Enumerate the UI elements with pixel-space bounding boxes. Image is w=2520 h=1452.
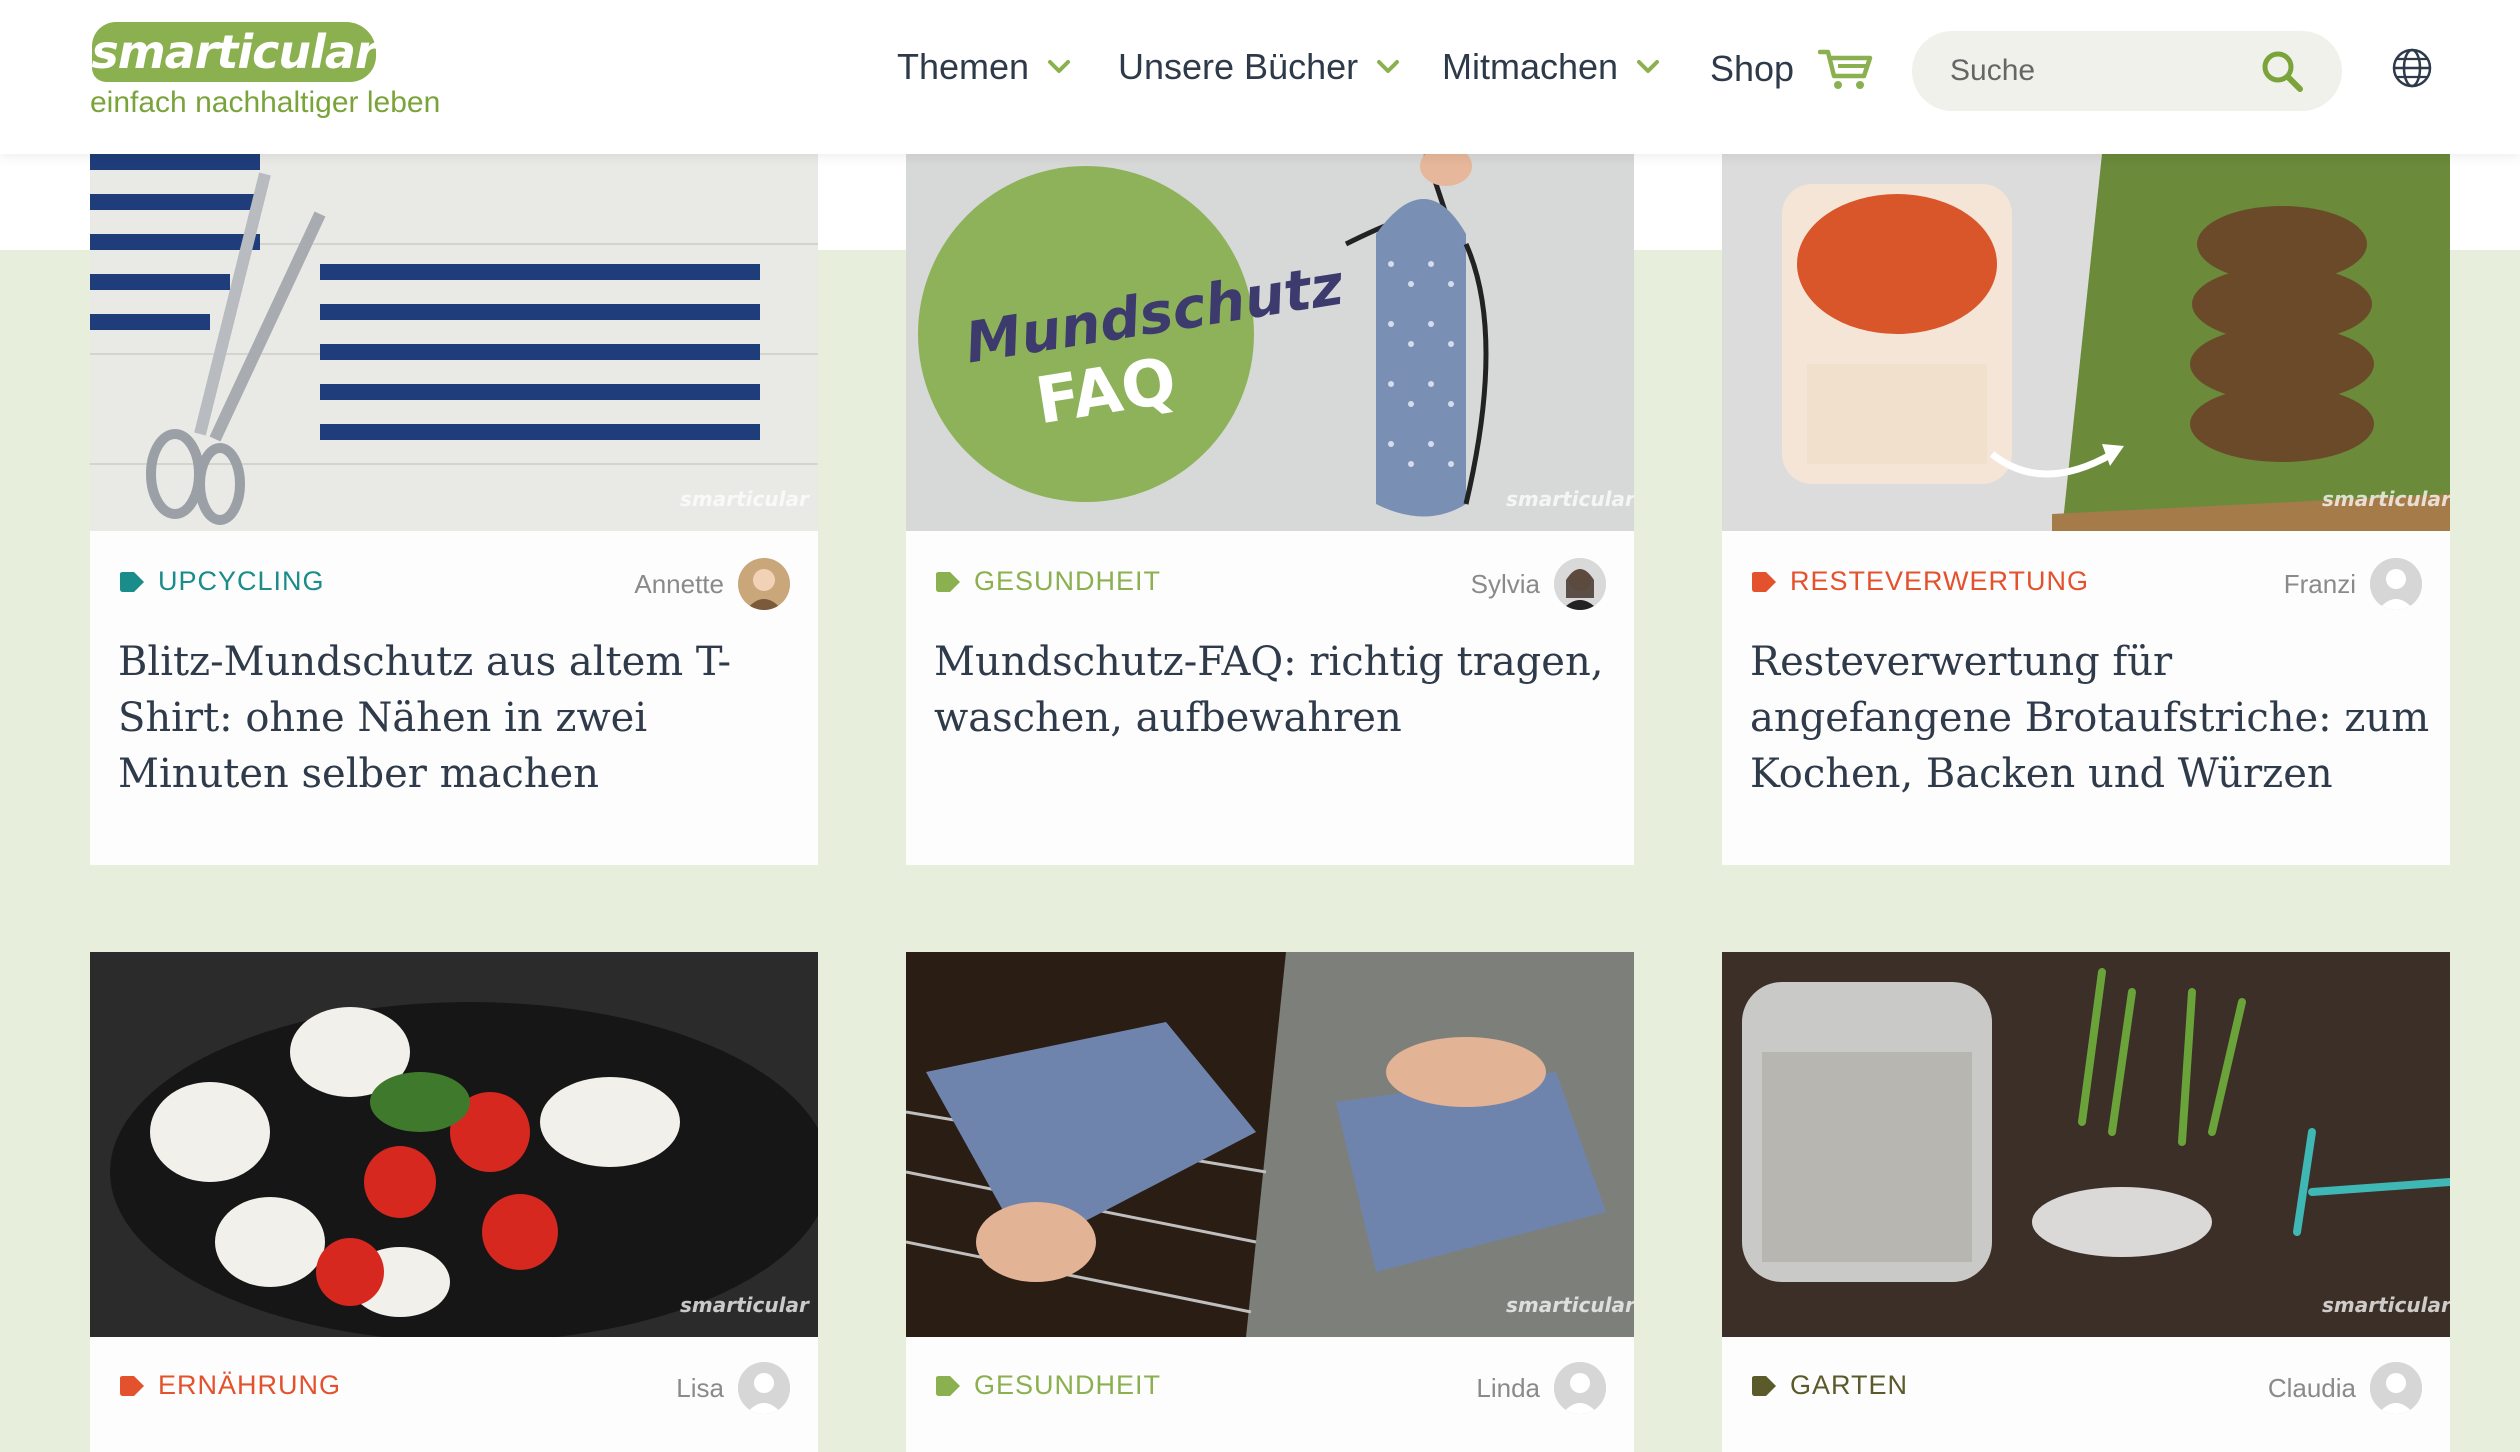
image-watermark: smarticular (1506, 487, 1634, 511)
article-image[interactable]: smarticular (906, 952, 1634, 1337)
article-author[interactable]: Lisa (676, 1362, 790, 1414)
category-tag-icon (1752, 571, 1776, 592)
author-name: Sylvia (1470, 568, 1540, 599)
nav-themen[interactable]: Themen (897, 46, 1071, 88)
globe-icon[interactable] (2390, 46, 2434, 90)
article-card[interactable]: smarticular RESTEVERWERTUNG Franzi Reste… (1722, 154, 2450, 865)
image-watermark: smarticular (1506, 1293, 1634, 1317)
user-placeholder-icon (738, 1362, 790, 1414)
article-category[interactable]: ERNÄHRUNG (118, 1370, 341, 1401)
article-card[interactable]: smarticular GARTEN Claudia (1722, 952, 2450, 1452)
image-watermark: smarticular (680, 487, 810, 511)
article-category-label: UPCYCLING (158, 566, 325, 596)
search-icon[interactable] (2258, 47, 2306, 95)
site-logo[interactable]: smarticular (91, 22, 378, 82)
nav-shop[interactable]: Shop (1710, 46, 1874, 92)
nav-shop-label: Shop (1710, 48, 1795, 89)
chevron-down-icon (1048, 60, 1071, 73)
site-tagline: einfach nachhaltiger leben (90, 86, 441, 119)
user-placeholder-icon (1554, 1362, 1606, 1414)
author-name: Linda (1476, 1372, 1540, 1403)
article-author[interactable]: Franzi (2284, 558, 2422, 610)
author-name: Lisa (676, 1372, 724, 1403)
article-category-label: GESUNDHEIT (974, 566, 1162, 596)
nav-themen-label: Themen (897, 46, 1030, 87)
article-author[interactable]: Sylvia (1471, 558, 1606, 610)
shopping-cart-icon (1818, 49, 1873, 89)
article-category-label: GESUNDHEIT (974, 1370, 1162, 1400)
article-category[interactable]: UPCYCLING (118, 566, 325, 597)
chevron-down-icon (1637, 60, 1660, 73)
article-title[interactable]: Resteverwertung für angefangene Brotaufs… (1750, 634, 2440, 802)
avatar (2370, 1362, 2422, 1414)
article-author[interactable]: Annette (634, 558, 790, 610)
search-input[interactable] (1950, 47, 2250, 95)
image-watermark: smarticular (2322, 487, 2450, 511)
article-card[interactable]: smarticular ERNÄHRUNG Lisa (90, 952, 818, 1452)
search-box (1912, 31, 2342, 111)
user-placeholder-icon (2370, 1362, 2422, 1414)
article-category[interactable]: GESUNDHEIT (934, 1370, 1161, 1401)
avatar (1554, 1362, 1606, 1414)
article-image[interactable]: smarticular (90, 952, 818, 1337)
category-tag-icon (120, 1375, 144, 1396)
article-category-label: RESTEVERWERTUNG (1790, 566, 2090, 596)
article-image[interactable]: smarticular (1722, 952, 2450, 1337)
author-name: Franzi (2283, 568, 2356, 599)
category-tag-icon (936, 1375, 960, 1396)
article-image[interactable]: Mundschutz FAQ smarticular (906, 154, 1634, 531)
avatar (1554, 558, 1606, 610)
chevron-down-icon (1377, 60, 1400, 73)
article-card[interactable]: Mundschutz FAQ smarticular GESUNDHEIT Sy… (906, 154, 1634, 865)
article-image[interactable]: smarticular (90, 154, 818, 531)
nav-unsere-buecher-label: Unsere Bücher (1118, 46, 1359, 87)
nav-unsere-buecher[interactable]: Unsere Bücher (1118, 46, 1400, 88)
author-name: Claudia (2267, 1372, 2356, 1403)
logo-text: smarticular (91, 25, 377, 79)
article-card[interactable]: smarticular GESUNDHEIT Linda (906, 952, 1634, 1452)
avatar (738, 558, 790, 610)
article-title[interactable]: Mundschutz-FAQ: richtig tragen, waschen,… (934, 634, 1624, 746)
article-image[interactable]: smarticular (1722, 154, 2450, 531)
image-watermark: smarticular (680, 1293, 810, 1317)
nav-mitmachen-label: Mitmachen (1442, 46, 1619, 87)
user-placeholder-icon (2370, 558, 2422, 610)
category-tag-icon (1752, 1375, 1776, 1396)
avatar (738, 1362, 790, 1414)
site-header: smarticular einfach nachhaltiger leben T… (0, 0, 2520, 154)
article-author[interactable]: Linda (1476, 1362, 1606, 1414)
article-author[interactable]: Claudia (2268, 1362, 2422, 1414)
article-category[interactable]: RESTEVERWERTUNG (1750, 566, 2089, 597)
article-title[interactable]: Blitz-Mundschutz aus altem T-Shirt: ohne… (118, 634, 808, 802)
author-name: Annette (634, 568, 724, 599)
article-category-label: GARTEN (1790, 1370, 1909, 1400)
image-watermark: smarticular (2322, 1293, 2450, 1317)
article-category-label: ERNÄHRUNG (158, 1370, 342, 1400)
article-card[interactable]: smarticular UPCYCLING Annette Blitz-Mund… (90, 154, 818, 865)
avatar (2370, 558, 2422, 610)
article-category[interactable]: GESUNDHEIT (934, 566, 1161, 597)
category-tag-icon (120, 571, 144, 592)
category-tag-icon (936, 571, 960, 592)
article-category[interactable]: GARTEN (1750, 1370, 1908, 1401)
nav-mitmachen[interactable]: Mitmachen (1442, 46, 1660, 88)
